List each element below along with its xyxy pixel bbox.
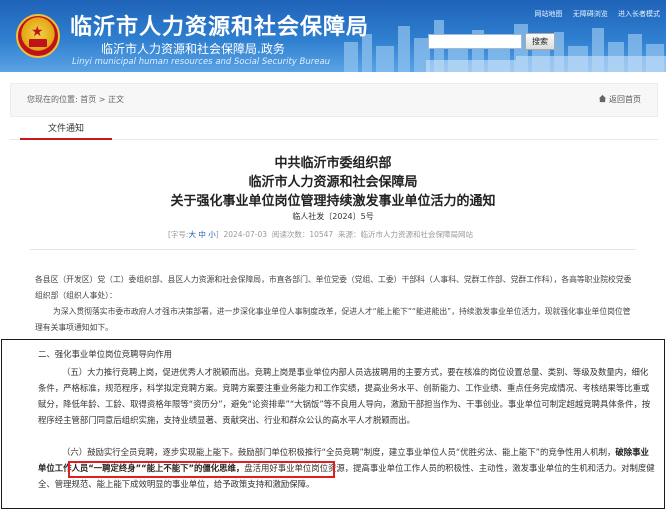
header-divider <box>30 249 636 250</box>
paragraph-5: （五）大力推行竞聘上岗，促进优秀人才脱颖而出。竞聘上岗是事业单位内部人员选拔聘用… <box>38 367 651 425</box>
red-highlight-box <box>68 461 335 478</box>
back-home-label: 返回首页 <box>609 95 641 104</box>
breadcrumb-current: 正文 <box>108 95 125 104</box>
issuing-org-1: 中共临沂市委组织部 <box>274 156 392 171</box>
font-size-small-button[interactable]: 小 <box>208 230 216 239</box>
paragraph-6-part-a: （六）鼓励实行全员竞聘，逐步实现能上能下。鼓励部门单位积极推行“全员竞聘”制度，… <box>62 447 616 457</box>
article-source: 来源：临沂市人力资源和社会保障局网站 <box>337 230 473 239</box>
search-input[interactable] <box>428 34 522 49</box>
font-size-large-button[interactable]: 大 <box>188 230 196 239</box>
search-button[interactable]: 搜索 <box>525 33 555 50</box>
section-heading: 二、强化事业单位岗位竞聘导向作用 <box>38 349 172 359</box>
accessibility-link[interactable]: 无障碍浏览 <box>573 10 608 18</box>
font-size-label: [字号: <box>168 230 189 239</box>
document-title: 关于强化事业单位岗位管理持续激发事业单位活力的通知 <box>170 194 496 209</box>
publish-date: 2024-07-03 <box>223 230 268 239</box>
elder-mode-link[interactable]: 进入长者模式 <box>618 10 660 18</box>
font-size-medium-button[interactable]: 中 <box>198 230 206 239</box>
tab-strip: 文件通知 <box>10 120 658 140</box>
intro-paragraph: 为深入贯彻落实市委市政府人才强市决策部署，进一步深化事业单位人事制度改革，促进人… <box>35 307 631 332</box>
breadcrumb-bar: 您现在的位置: 首页 > 正文 返回首页 <box>10 83 658 117</box>
site-subtitle: 临沂市人力资源和社会保障局.政务 <box>101 42 285 56</box>
issuing-org-2: 临沂市人力资源和社会保障局 <box>248 175 418 190</box>
site-title: 临沂市人力资源和社会保障局 <box>70 15 370 40</box>
zoomed-excerpt-panel: 二、强化事业单位岗位竞聘导向作用 （五）大力推行竞聘上岗，促进优秀人才脱颖而出。… <box>1 339 665 509</box>
article-meta: [字号:大 中 小] 2024-07-03 阅读次数：10547 来源：临沂市人… <box>168 229 473 240</box>
back-home-link[interactable]: 返回首页 <box>598 94 641 105</box>
breadcrumb: 您现在的位置: 首页 > 正文 <box>27 94 124 105</box>
site-header-banner: ★ 临沂市人力资源和社会保障局 临沂市人力资源和社会保障局.政务 Linyi m… <box>0 0 666 72</box>
national-emblem-icon: ★ <box>16 14 60 58</box>
site-english-name: Linyi municipal human resources and Soci… <box>72 57 331 67</box>
home-icon <box>598 94 607 103</box>
tab-document-notice[interactable]: 文件通知 <box>20 120 112 140</box>
breadcrumb-home-link[interactable]: 首页 <box>80 95 96 104</box>
recipient-paragraph: 各县区（开发区）党（工）委组织部、县区人力资源和社会保障局，市直各部门、单位党委… <box>35 275 632 300</box>
view-count: 阅读次数：10547 <box>271 230 334 239</box>
top-links: 网站地图 无障碍浏览 进入长者模式 <box>527 9 660 19</box>
breadcrumb-separator: > <box>98 95 106 104</box>
font-size-end: ] <box>215 230 219 239</box>
breadcrumb-prefix: 您现在的位置: <box>27 95 78 104</box>
document-number: 临人社发〔2024〕5号 <box>292 212 374 221</box>
sitemap-link[interactable]: 网站地图 <box>535 10 563 18</box>
